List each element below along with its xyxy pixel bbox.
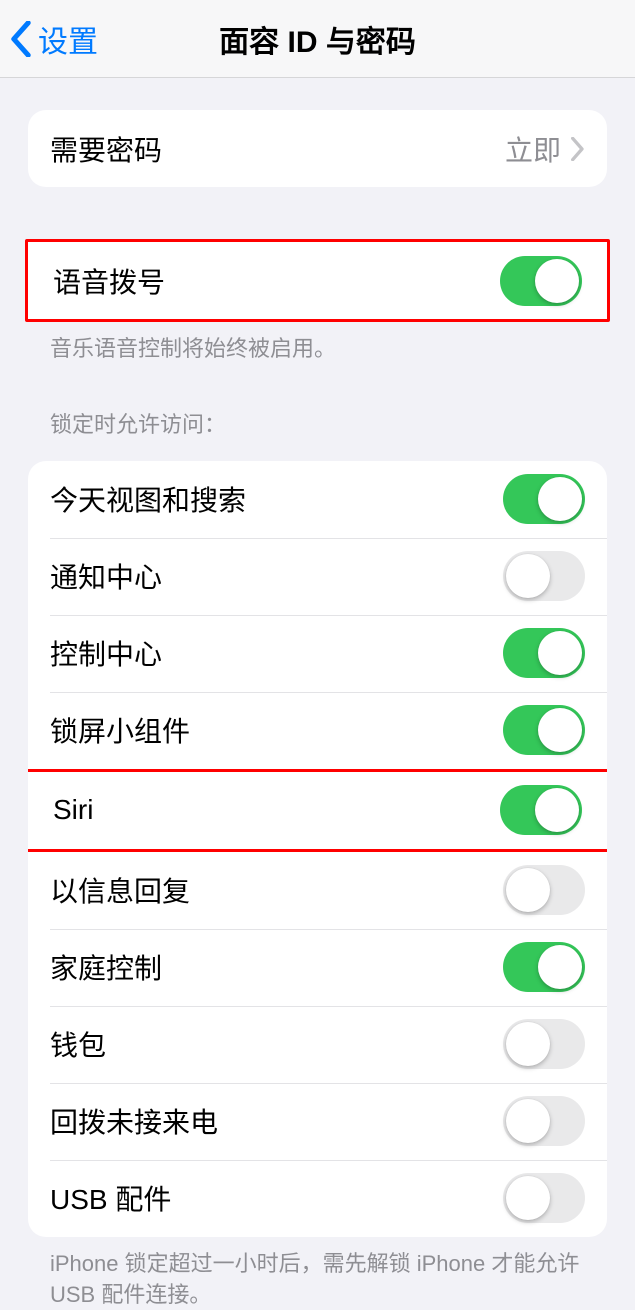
toggle[interactable] [503, 474, 585, 524]
highlight-box: Siri [28, 769, 607, 852]
toggle[interactable] [503, 551, 585, 601]
list-item: 家庭控制 [28, 929, 607, 1006]
toggle[interactable] [503, 705, 585, 755]
voice-dial-footer: 音乐语音控制将始终被启用。 [28, 322, 607, 365]
row-label: 家庭控制 [50, 947, 162, 987]
list-item: 回拨未接来电 [28, 1083, 607, 1160]
back-label: 设置 [38, 17, 98, 61]
row-label: 通知中心 [50, 556, 162, 596]
row-label: 钱包 [50, 1024, 106, 1064]
toggle[interactable] [500, 785, 582, 835]
row-label: 回拨未接来电 [50, 1101, 218, 1141]
group-lock-access: 今天视图和搜索通知中心控制中心锁屏小组件 Siri 以信息回复家庭控制钱包回拨未接来… [28, 461, 607, 1237]
value-text: 立即 [505, 129, 561, 169]
row-label: 需要密码 [50, 129, 162, 169]
row-label: USB 配件 [50, 1178, 171, 1218]
toggle[interactable] [503, 865, 585, 915]
chevron-left-icon [10, 21, 32, 57]
row-label: 控制中心 [50, 633, 162, 673]
toggle[interactable] [503, 628, 585, 678]
list-item: USB 配件 [28, 1160, 607, 1237]
row-label: 今天视图和搜索 [50, 479, 246, 519]
chevron-right-icon [571, 137, 585, 161]
list-item: 今天视图和搜索 [28, 461, 607, 538]
list-item: 控制中心 [28, 615, 607, 692]
row-voice-dial: 语音拨号 [28, 242, 607, 319]
lock-access-footer: iPhone 锁定超过一小时后，需先解锁 iPhone 才能允许 USB 配件连… [28, 1237, 607, 1310]
toggle-voice-dial[interactable] [500, 256, 582, 306]
row-label: Siri [53, 794, 93, 826]
group-voice-dial: 语音拨号 [25, 239, 610, 322]
navbar: 设置 面容 ID 与密码 [0, 0, 635, 78]
list-item: 钱包 [28, 1006, 607, 1083]
row-label: 语音拨号 [53, 261, 165, 301]
row-require-passcode[interactable]: 需要密码 立即 [28, 110, 607, 187]
list-item: Siri [28, 772, 607, 849]
content: 需要密码 立即 语音拨号 音乐语音控制将始终被启用。 锁定时允许访问： 今天视图… [0, 110, 635, 1310]
row-label: 以信息回复 [50, 870, 190, 910]
toggle[interactable] [503, 1173, 585, 1223]
list-item: 通知中心 [28, 538, 607, 615]
toggle[interactable] [503, 1096, 585, 1146]
list-item: 以信息回复 [28, 852, 607, 929]
toggle[interactable] [503, 942, 585, 992]
row-label: 锁屏小组件 [50, 710, 190, 750]
row-value: 立即 [505, 129, 585, 169]
group-require-passcode: 需要密码 立即 [28, 110, 607, 187]
list-item: 锁屏小组件 [28, 692, 607, 769]
toggle[interactable] [503, 1019, 585, 1069]
lock-access-header: 锁定时允许访问： [28, 365, 607, 451]
back-button[interactable]: 设置 [0, 17, 98, 61]
